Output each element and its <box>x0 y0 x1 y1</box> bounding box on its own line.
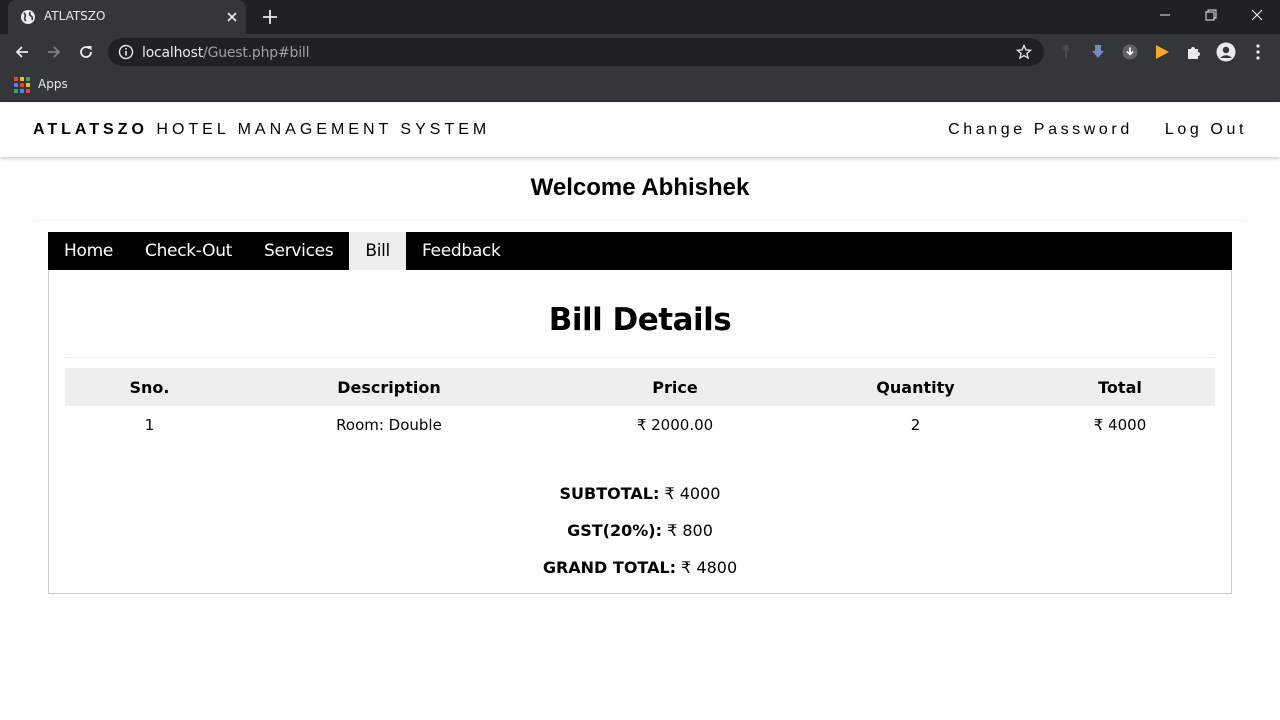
cell-quantity: 2 <box>910 416 921 434</box>
close-window-button[interactable] <box>1234 0 1280 30</box>
column-header-sno: Sno. <box>65 368 234 406</box>
gst-label: GST(20%): <box>567 521 662 540</box>
reload-button[interactable] <box>74 40 98 64</box>
grand-total-line: GRAND TOTAL: ₹ 4800 <box>49 558 1231 577</box>
cell-sno: 1 <box>144 416 155 434</box>
reload-icon <box>80 46 92 58</box>
header-nav: Change Password Log Out <box>948 121 1247 139</box>
puzzle-icon[interactable] <box>1184 42 1204 62</box>
browser-toolbar: localhost/Guest.php#bill <box>0 34 1280 70</box>
close-icon <box>1251 9 1263 21</box>
download-extension-icon[interactable] <box>1088 42 1108 62</box>
gst-value: ₹ 800 <box>662 521 713 540</box>
cell-price: ₹ 2000.00 <box>636 416 714 434</box>
site-header: ATLATSZO HOTEL MANAGEMENT SYSTEM Change … <box>0 103 1280 157</box>
minimize-button[interactable] <box>1142 0 1188 30</box>
bill-title: Bill Details <box>548 302 732 338</box>
kebab-menu-icon[interactable] <box>1248 42 1268 62</box>
cell-description: Room: Double <box>336 416 442 434</box>
tab-home[interactable]: Home <box>48 232 129 270</box>
tab-bill[interactable]: Bill <box>349 232 406 270</box>
welcome-heading: Welcome Abhishek <box>530 174 750 201</box>
profile-avatar-icon[interactable] <box>1216 42 1236 62</box>
bill-panel: Bill Details Sno. Description Price Quan… <box>48 270 1232 594</box>
bookmarks-bar: Apps <box>0 70 1280 102</box>
minimize-icon <box>1160 14 1170 16</box>
browser-tab[interactable]: ATLATSZO <box>8 0 246 34</box>
tab-check-out[interactable]: Check-Out <box>129 232 248 270</box>
address-bar[interactable]: localhost/Guest.php#bill <box>108 38 1044 66</box>
subtotal-label: SUBTOTAL: <box>559 484 660 503</box>
tab-services[interactable]: Services <box>248 232 349 270</box>
divider <box>65 357 1215 358</box>
gst-line: GST(20%): ₹ 800 <box>49 521 1231 540</box>
restore-button[interactable] <box>1188 0 1234 30</box>
table-row: 1 Room: Double ₹ 2000.00 2 ₹ 4000 <box>65 406 1215 444</box>
back-button[interactable] <box>10 40 34 64</box>
globe-icon <box>21 10 35 24</box>
divider <box>33 220 1247 221</box>
browser-tabstrip: ATLATSZO <box>0 0 1280 34</box>
subtotal-value: ₹ 4000 <box>659 484 721 503</box>
guest-tab-bar: Home Check-Out Services Bill Feedback <box>48 232 1232 270</box>
close-tab-icon[interactable] <box>224 9 240 25</box>
cell-total: ₹ 4000 <box>1093 416 1147 434</box>
apps-grid-icon[interactable] <box>14 77 30 93</box>
arrow-left-icon <box>15 46 28 58</box>
key-extension-icon[interactable] <box>1056 42 1076 62</box>
forward-button[interactable] <box>42 40 66 64</box>
restore-icon <box>1205 9 1217 21</box>
table-header-row: Sno. Description Price Quantity Total <box>65 368 1215 406</box>
grand-total-value: ₹ 4800 <box>676 558 738 577</box>
column-header-description: Description <box>234 368 544 406</box>
column-header-price: Price <box>544 368 806 406</box>
log-out-link[interactable]: Log Out <box>1165 121 1247 138</box>
change-password-link[interactable]: Change Password <box>948 121 1133 138</box>
grand-total-label: GRAND TOTAL: <box>542 558 677 577</box>
info-icon[interactable] <box>118 44 134 60</box>
new-tab-icon[interactable] <box>260 7 280 27</box>
download-manager-icon[interactable] <box>1120 42 1140 62</box>
column-header-total: Total <box>1025 368 1215 406</box>
site-brand[interactable]: ATLATSZO HOTEL MANAGEMENT SYSTEM <box>33 121 490 139</box>
play-extension-icon[interactable] <box>1152 42 1172 62</box>
tab-title: ATLATSZO <box>44 9 106 23</box>
column-header-quantity: Quantity <box>806 368 1025 406</box>
star-icon[interactable] <box>1016 44 1032 60</box>
tab-feedback[interactable]: Feedback <box>406 232 517 270</box>
bookmark-apps[interactable]: Apps <box>38 77 68 91</box>
arrow-right-icon <box>48 46 61 58</box>
subtotal-line: SUBTOTAL: ₹ 4000 <box>49 484 1231 503</box>
url-text: localhost/Guest.php#bill <box>142 45 310 61</box>
bill-table: Sno. Description Price Quantity Total 1 … <box>65 368 1215 444</box>
